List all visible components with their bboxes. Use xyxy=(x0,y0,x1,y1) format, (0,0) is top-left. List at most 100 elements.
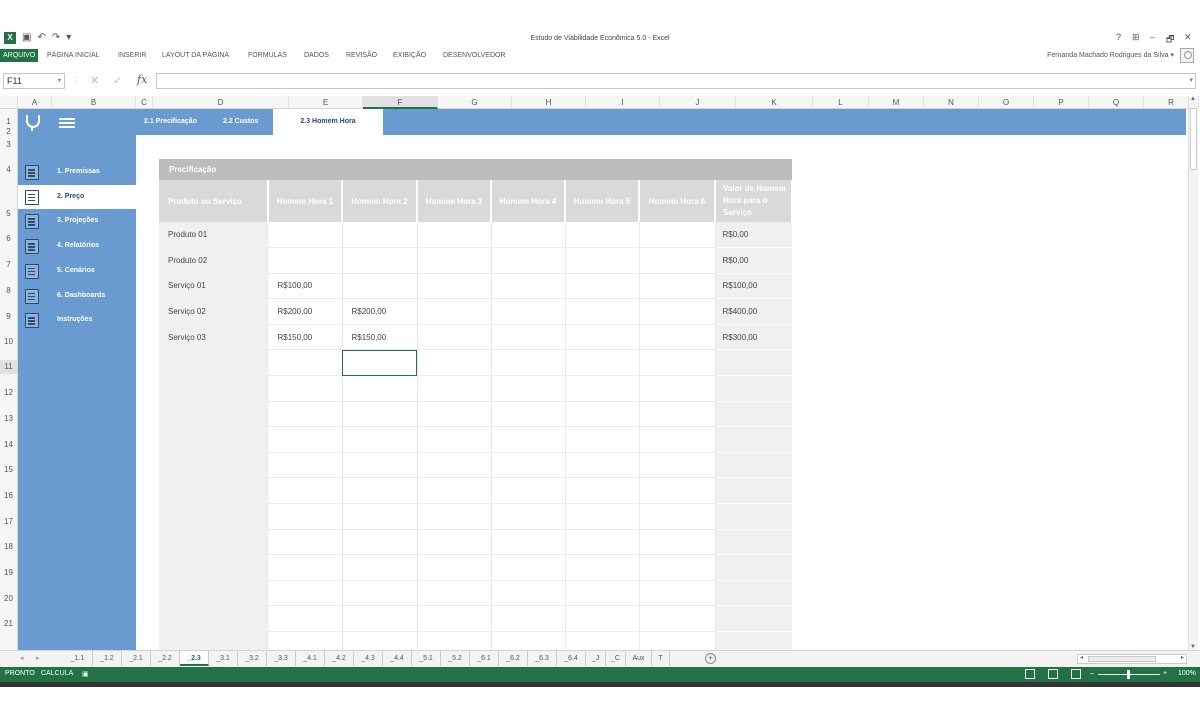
insert-function-icon[interactable]: fx xyxy=(137,73,147,86)
user-account[interactable]: Fernanda Machado Rodrigues da Silva ▾ xyxy=(1047,51,1174,59)
table-cell[interactable] xyxy=(491,554,566,581)
table-cell[interactable] xyxy=(639,503,716,530)
sheet-tab[interactable]: _3.3 xyxy=(267,651,296,666)
table-cell[interactable] xyxy=(565,477,640,505)
table-cell[interactable] xyxy=(639,222,716,249)
subtab-homem-hora[interactable]: 2.3 Homem Hora xyxy=(273,109,383,135)
table-cell[interactable] xyxy=(491,375,566,402)
table-cell[interactable] xyxy=(159,426,269,453)
table-cell[interactable] xyxy=(715,605,792,632)
table-cell[interactable] xyxy=(417,554,492,581)
table-cell[interactable] xyxy=(491,298,566,325)
table-cell[interactable] xyxy=(639,273,716,300)
column-header-j[interactable]: J xyxy=(660,96,736,109)
ribbon-display-options-icon[interactable]: ⊞ xyxy=(1132,32,1140,43)
table-cell[interactable] xyxy=(268,401,343,428)
vertical-scroll-thumb[interactable] xyxy=(1190,108,1197,170)
selected-cell[interactable] xyxy=(342,349,418,377)
page-layout-view-icon[interactable] xyxy=(1048,669,1058,679)
sidebar-item-3[interactable]: 3. Projeções xyxy=(18,209,136,233)
expand-formula-bar-icon[interactable]: ▾ xyxy=(1189,76,1193,84)
row-header-5[interactable]: 5 xyxy=(0,207,17,221)
table-cell[interactable] xyxy=(342,554,418,581)
table-cell[interactable] xyxy=(342,273,418,300)
table-cell[interactable]: Produto 02 xyxy=(159,247,269,274)
table-cell[interactable] xyxy=(159,477,269,505)
select-all-corner[interactable] xyxy=(0,96,18,109)
table-cell[interactable] xyxy=(159,529,269,556)
table-cell[interactable] xyxy=(159,349,269,377)
tab-inserir[interactable]: INSERIR xyxy=(118,49,146,62)
table-cell[interactable] xyxy=(417,631,492,650)
table-cell[interactable] xyxy=(565,452,640,479)
table-cell[interactable] xyxy=(342,452,418,479)
table-cell[interactable] xyxy=(417,247,492,274)
table-cell[interactable] xyxy=(639,375,716,402)
sheet-tab[interactable]: _2.1 xyxy=(122,651,151,666)
table-cell[interactable] xyxy=(491,426,566,453)
table-cell[interactable] xyxy=(491,247,566,274)
status-calculate[interactable]: CALCULA xyxy=(41,670,73,677)
tab-pagina-inicial[interactable]: PÁGINA INICIAL xyxy=(47,49,100,62)
table-cell[interactable]: R$300,00 xyxy=(715,324,792,351)
table-cell[interactable] xyxy=(159,401,269,428)
column-header-h[interactable]: H xyxy=(512,96,586,109)
scroll-left-icon[interactable]: ◂ xyxy=(1080,654,1083,661)
table-cell[interactable] xyxy=(491,580,566,607)
table-cell[interactable] xyxy=(715,349,792,377)
table-cell[interactable] xyxy=(565,222,640,249)
table-cell[interactable] xyxy=(417,452,492,479)
hamburger-menu-icon[interactable] xyxy=(59,118,75,128)
column-header-a[interactable]: A xyxy=(18,96,52,109)
row-header-21[interactable]: 21 xyxy=(0,617,17,631)
row-header-12[interactable]: 12 xyxy=(0,386,17,400)
table-cell[interactable] xyxy=(417,298,492,325)
table-cell[interactable] xyxy=(639,554,716,581)
table-cell[interactable] xyxy=(417,605,492,632)
row-header-14[interactable]: 14 xyxy=(0,438,17,452)
table-cell[interactable] xyxy=(639,324,716,351)
table-cell[interactable] xyxy=(342,247,418,274)
table-cell[interactable] xyxy=(639,401,716,428)
sheet-tab[interactable]: _3.1 xyxy=(209,651,238,666)
restore-icon[interactable]: 🗗 xyxy=(1166,32,1174,48)
table-cell[interactable]: R$100,00 xyxy=(715,273,792,300)
table-cell[interactable] xyxy=(491,222,566,249)
column-header-d[interactable]: D xyxy=(153,96,289,109)
sheet-tab[interactable]: _6.3 xyxy=(528,651,557,666)
table-cell[interactable] xyxy=(342,580,418,607)
table-cell[interactable]: Produto 01 xyxy=(159,222,269,249)
table-cell[interactable] xyxy=(715,375,792,402)
column-header-p[interactable]: P xyxy=(1034,96,1089,109)
row-header-6[interactable]: 6 xyxy=(0,232,17,246)
table-cell[interactable] xyxy=(268,580,343,607)
sheet-tab[interactable]: T xyxy=(652,651,670,666)
avatar[interactable] xyxy=(1180,48,1194,63)
table-cell[interactable] xyxy=(491,273,566,300)
table-cell[interactable] xyxy=(639,605,716,632)
table-cell[interactable] xyxy=(715,503,792,530)
table-cell[interactable] xyxy=(491,529,566,556)
table-cell[interactable]: R$200,00 xyxy=(342,298,418,325)
scroll-right-icon[interactable]: ▸ xyxy=(1181,654,1184,661)
next-sheet-icon[interactable]: ▸ xyxy=(36,654,40,662)
row-header-4[interactable]: 4 xyxy=(0,163,17,177)
table-cell[interactable]: R$200,00 xyxy=(268,298,343,325)
table-cell[interactable] xyxy=(565,605,640,632)
name-box[interactable]: F11 ▾ xyxy=(3,73,65,89)
table-cell[interactable] xyxy=(715,554,792,581)
table-cell[interactable] xyxy=(491,401,566,428)
sheet-tab[interactable]: _J xyxy=(586,651,606,666)
formula-input[interactable]: ▾ xyxy=(156,73,1196,89)
table-cell[interactable] xyxy=(639,631,716,650)
table-cell[interactable] xyxy=(491,349,566,377)
sheet-tab[interactable]: _3.2 xyxy=(238,651,267,666)
table-cell[interactable] xyxy=(342,605,418,632)
table-cell[interactable] xyxy=(715,631,792,650)
row-header-8[interactable]: 8 xyxy=(0,284,17,298)
table-cell[interactable] xyxy=(342,631,418,650)
normal-view-icon[interactable] xyxy=(1025,669,1035,679)
tab-arquivo[interactable]: ARQUIVO xyxy=(0,49,39,62)
table-cell[interactable] xyxy=(417,580,492,607)
table-cell[interactable]: R$100,00 xyxy=(268,273,343,300)
